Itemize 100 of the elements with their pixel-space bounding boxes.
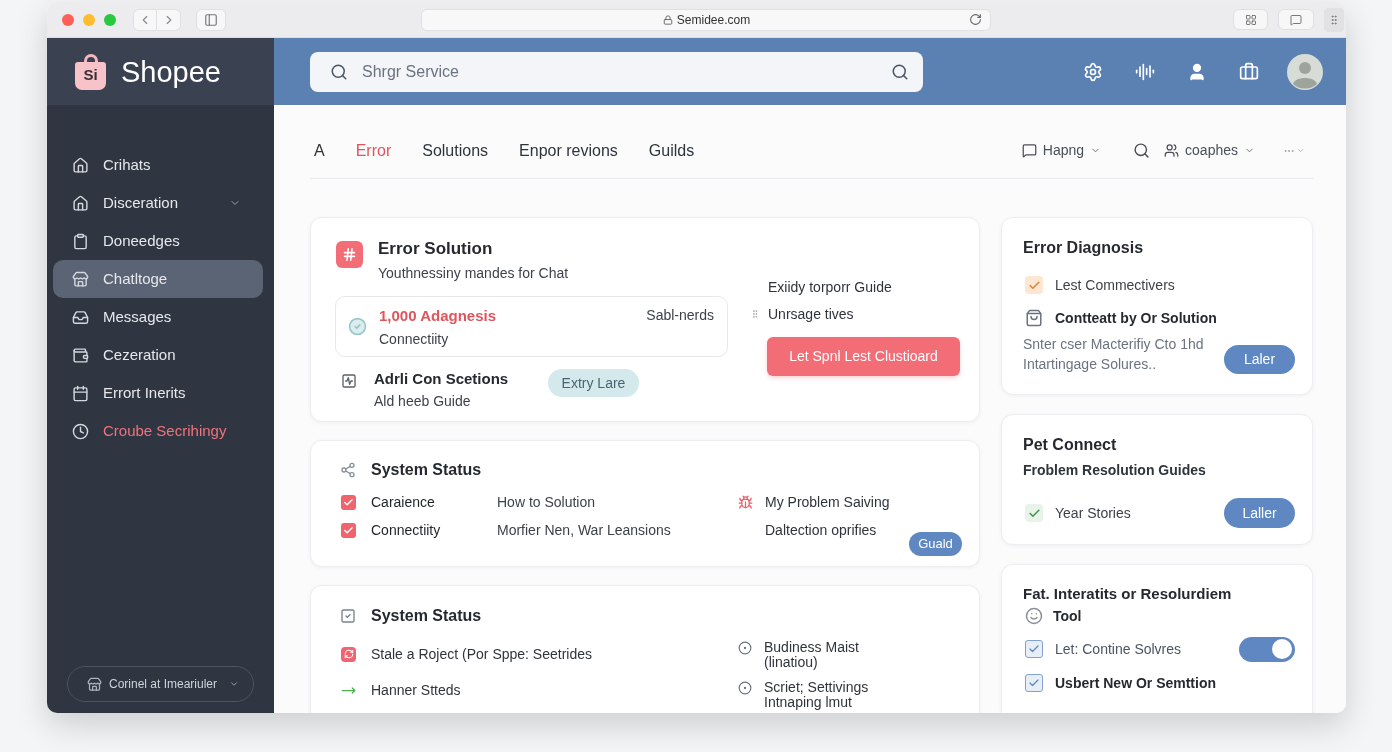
chat-bubble-icon bbox=[1290, 13, 1302, 26]
check-icon bbox=[343, 524, 354, 536]
info-text: Scriet; Settivings Intnaping lmut bbox=[764, 680, 870, 710]
subheading: Contteatt by Or Solution bbox=[1055, 308, 1217, 328]
home-icon bbox=[72, 194, 89, 212]
check-label: Year Stories bbox=[1055, 503, 1131, 523]
calendar-icon bbox=[72, 384, 89, 402]
card-subtitle: Youthnessiny mandes for Chat bbox=[378, 264, 569, 282]
search-icon[interactable] bbox=[891, 62, 909, 81]
circle-dot-icon bbox=[738, 681, 752, 695]
search-icon bbox=[330, 62, 348, 81]
check-icon bbox=[1027, 278, 1041, 292]
checkbox[interactable] bbox=[341, 522, 356, 538]
guide-text: Unrsage tives bbox=[768, 305, 854, 323]
extra-button[interactable]: Extry Lare bbox=[548, 369, 639, 397]
briefcase-icon[interactable] bbox=[1239, 61, 1259, 82]
description: Snter cser Macterifiy Cto 1hd Intartingage Solures.. bbox=[1023, 335, 1205, 374]
circle-dot-icon bbox=[738, 641, 752, 655]
square-check-icon bbox=[340, 608, 356, 624]
sidebar-item[interactable]: Croube Secrihingy bbox=[53, 412, 263, 450]
card-title: Error Solution bbox=[378, 239, 494, 259]
task-text: Hanner Stteds bbox=[371, 680, 461, 700]
clock-icon bbox=[72, 422, 89, 440]
settings-icon[interactable] bbox=[1083, 61, 1103, 82]
clipboard-icon bbox=[72, 232, 89, 250]
filter-dropdown[interactable]: coaphes bbox=[1164, 140, 1255, 161]
store-icon bbox=[72, 270, 89, 288]
logo-text: Shopee bbox=[121, 54, 221, 89]
later-button[interactable]: Laller bbox=[1224, 498, 1295, 528]
avatar-icon[interactable] bbox=[1287, 53, 1323, 90]
home-icon bbox=[72, 156, 89, 174]
sidebar-item[interactable]: Errort Inerits bbox=[53, 374, 263, 412]
sidebar-item[interactable]: Cezeration bbox=[53, 336, 263, 374]
tabs-button[interactable] bbox=[1324, 7, 1344, 32]
share-icon bbox=[340, 462, 356, 478]
extensions-button[interactable] bbox=[1233, 9, 1268, 30]
sidebar-item[interactable]: Disceration bbox=[53, 184, 263, 222]
bag-icon bbox=[1025, 309, 1043, 327]
later-button[interactable]: Laler bbox=[1224, 345, 1295, 374]
url-text: Semidee.com bbox=[676, 11, 751, 29]
info-text: Budiness Maist (linatiou) bbox=[764, 640, 860, 670]
back-button[interactable] bbox=[133, 8, 157, 31]
status-label: Connectiity bbox=[371, 520, 441, 540]
chat-bubble-icon bbox=[1021, 143, 1037, 158]
check-tile-icon bbox=[1025, 640, 1043, 658]
card-title: Pet Connect bbox=[1023, 435, 1118, 455]
grip-icon bbox=[750, 308, 760, 320]
section-subtitle: Ald heeb Guide bbox=[374, 392, 472, 410]
forward-button[interactable] bbox=[157, 8, 181, 31]
item-label: Usbert New Or Semttion bbox=[1055, 673, 1217, 693]
sidebar-item[interactable]: Chatltoge bbox=[53, 260, 263, 298]
status-label: Caraience bbox=[371, 492, 435, 512]
window-close-icon[interactable] bbox=[62, 13, 74, 26]
item-heading: Tool bbox=[1053, 606, 1082, 626]
card-title: Fat. Interatits or Resolurdiem bbox=[1023, 584, 1233, 604]
task-text: Stale a Roject (Por Sppe: Seetrides bbox=[371, 644, 592, 664]
check-icon bbox=[1027, 506, 1041, 520]
sidebar-toggle-button[interactable] bbox=[196, 8, 226, 31]
audio-lines-icon[interactable] bbox=[1135, 61, 1155, 82]
check-icon bbox=[343, 496, 354, 508]
card-subtitle: Froblem Resolution Guides bbox=[1023, 461, 1207, 479]
tab[interactable]: Error bbox=[355, 138, 392, 163]
store-icon bbox=[87, 676, 102, 692]
check-circle-icon bbox=[348, 317, 367, 336]
grip-icon bbox=[1328, 13, 1340, 26]
check-label: Lest Commectivers bbox=[1055, 275, 1175, 295]
card-title: Error Diagnosis bbox=[1023, 238, 1145, 258]
check-tile-icon bbox=[1025, 674, 1043, 692]
checkbox[interactable] bbox=[341, 494, 356, 510]
result-title: 1,000 Adagnesis bbox=[379, 305, 496, 326]
checkbox[interactable] bbox=[1025, 276, 1043, 294]
chevron-down-icon bbox=[1296, 146, 1305, 155]
guide-text: Exiidy torporr Guide bbox=[768, 278, 892, 296]
toggle-switch[interactable] bbox=[1239, 636, 1295, 662]
activity-icon bbox=[341, 373, 357, 389]
sidebar-item[interactable]: Doneedges bbox=[53, 222, 263, 260]
users-icon bbox=[1164, 143, 1180, 158]
search-icon[interactable] bbox=[1133, 142, 1151, 159]
grid-icon bbox=[1244, 13, 1257, 26]
guide-button[interactable]: Guald bbox=[909, 532, 962, 556]
sidebar-item[interactable]: Messages bbox=[53, 298, 263, 336]
tab[interactable]: Enpor revions bbox=[519, 138, 618, 163]
sidebar-item[interactable]: Crihats bbox=[53, 146, 263, 184]
user-icon[interactable] bbox=[1187, 61, 1207, 82]
search-bar[interactable]: Shrgr Service bbox=[310, 51, 923, 92]
refresh-icon bbox=[341, 646, 356, 662]
window-maximize-icon[interactable] bbox=[104, 13, 116, 26]
section-title: Adrli Con Scetions bbox=[374, 369, 510, 389]
tab[interactable]: Guilds bbox=[648, 138, 695, 163]
address-bar[interactable]: Semidee.com bbox=[421, 8, 991, 31]
checkbox[interactable] bbox=[1025, 504, 1043, 522]
filter-dropdown[interactable]: Hapng bbox=[1021, 140, 1102, 161]
search-field[interactable]: Shrgr Service bbox=[362, 59, 877, 84]
problem-title: My Problem Saiving bbox=[765, 492, 890, 512]
chat-button[interactable] bbox=[1278, 9, 1314, 30]
tab[interactable]: Solutions bbox=[422, 138, 489, 163]
result-meta: Sabl-nerds bbox=[646, 306, 714, 325]
inbox-icon bbox=[72, 308, 89, 326]
tab[interactable]: A bbox=[314, 138, 325, 163]
reload-icon[interactable] bbox=[969, 13, 982, 26]
